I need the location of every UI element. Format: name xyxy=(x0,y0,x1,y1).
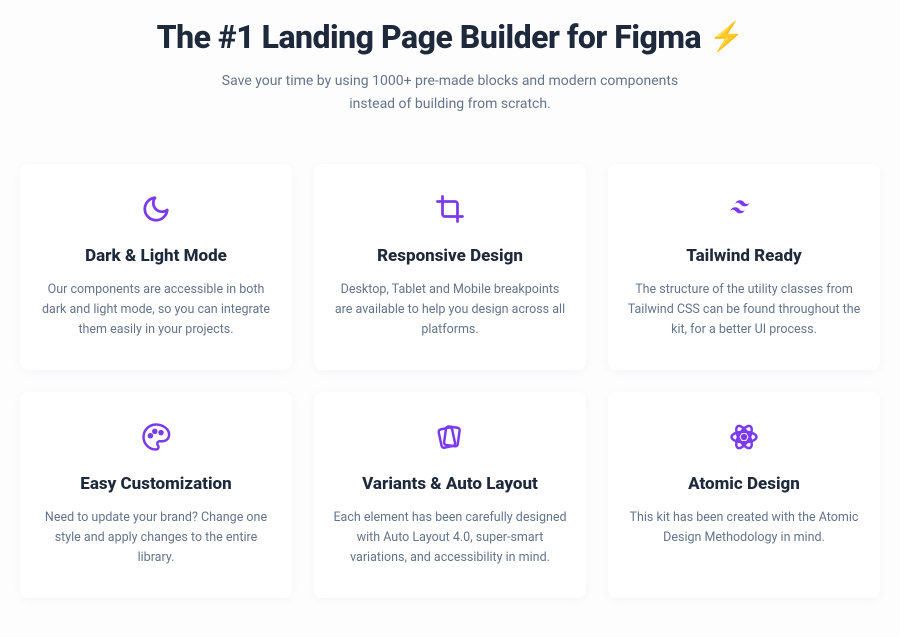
feature-card-dark-light: Dark & Light Mode Our components are acc… xyxy=(20,164,292,370)
feature-card-customization: Easy Customization Need to update your b… xyxy=(20,392,292,598)
hero-subtitle: Save your time by using 1000+ pre-made b… xyxy=(210,70,690,116)
palette-icon xyxy=(139,420,173,454)
bolt-icon: ⚡ xyxy=(709,23,743,51)
feature-card-atomic: Atomic Design This kit has been created … xyxy=(608,392,880,598)
feature-desc: Each element has been carefully designed… xyxy=(332,508,568,568)
feature-card-responsive: Responsive Design Desktop, Tablet and Mo… xyxy=(314,164,586,370)
feature-title: Dark & Light Mode xyxy=(85,246,227,266)
feature-card-variants: Variants & Auto Layout Each element has … xyxy=(314,392,586,598)
cards-icon xyxy=(433,420,467,454)
feature-desc: Our components are accessible in both da… xyxy=(38,280,274,340)
feature-title: Responsive Design xyxy=(377,246,523,266)
feature-desc: Need to update your brand? Change one st… xyxy=(38,508,274,568)
feature-title: Easy Customization xyxy=(80,474,231,494)
feature-desc: This kit has been created with the Atomi… xyxy=(626,508,862,548)
feature-card-tailwind: Tailwind Ready The structure of the util… xyxy=(608,164,880,370)
feature-title: Atomic Design xyxy=(688,474,800,494)
crop-icon xyxy=(433,192,467,226)
feature-title: Variants & Auto Layout xyxy=(362,474,538,494)
hero-title: The #1 Landing Page Builder for Figma ⚡ xyxy=(157,18,744,56)
tailwind-icon xyxy=(727,192,761,226)
hero-title-text: The #1 Landing Page Builder for Figma xyxy=(157,18,701,56)
feature-desc: The structure of the utility classes fro… xyxy=(626,280,862,340)
feature-title: Tailwind Ready xyxy=(686,246,801,266)
feature-desc: Desktop, Tablet and Mobile breakpoints a… xyxy=(332,280,568,340)
hero-section: The #1 Landing Page Builder for Figma ⚡ … xyxy=(0,0,900,134)
features-grid: Dark & Light Mode Our components are acc… xyxy=(0,134,900,598)
atom-icon xyxy=(727,420,761,454)
moon-icon xyxy=(139,192,173,226)
